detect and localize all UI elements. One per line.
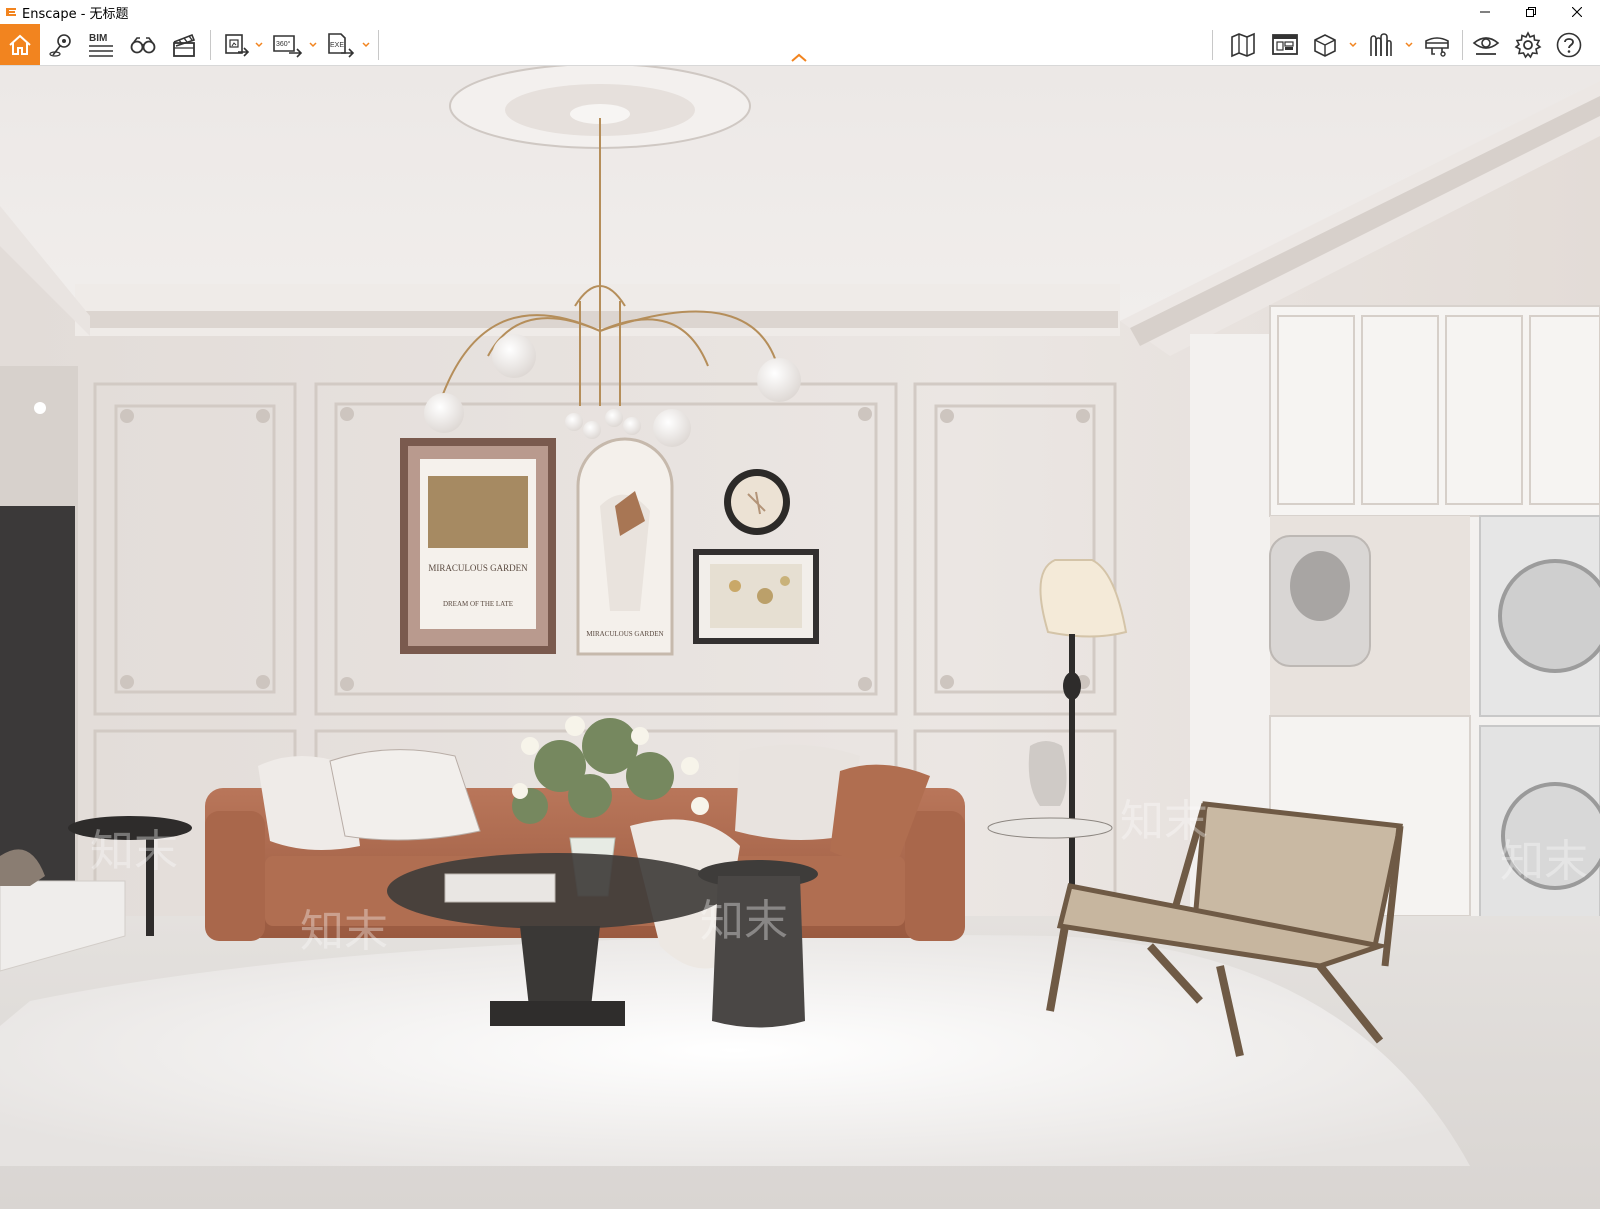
restore-button[interactable] bbox=[1508, 0, 1554, 24]
bim-info-icon: BIM bbox=[89, 33, 113, 57]
exe-export-icon: EXE bbox=[328, 32, 355, 58]
svg-text:知末: 知末 bbox=[1500, 836, 1588, 887]
panorama-button[interactable]: 360° bbox=[272, 24, 304, 65]
toolbar-separator bbox=[378, 30, 379, 60]
visual-settings-button[interactable] bbox=[1470, 24, 1502, 65]
bim-button[interactable]: BIM bbox=[86, 24, 116, 65]
home-button[interactable] bbox=[0, 24, 40, 65]
panorama-dropdown[interactable] bbox=[308, 24, 318, 65]
home-icon bbox=[9, 34, 31, 55]
map-button[interactable] bbox=[1228, 24, 1258, 65]
svg-text:360°: 360° bbox=[276, 40, 291, 48]
toolbar-separator bbox=[1212, 30, 1213, 60]
location-button[interactable] bbox=[46, 24, 76, 65]
svg-text:知末: 知末 bbox=[700, 896, 788, 947]
binoculars-button[interactable] bbox=[128, 24, 158, 65]
svg-text:知末: 知末 bbox=[1120, 796, 1208, 847]
svg-text:MIRACULOUS GARDEN: MIRACULOUS GARDEN bbox=[428, 563, 528, 573]
settings-button[interactable] bbox=[1512, 24, 1544, 65]
cube-view-icon bbox=[1314, 33, 1336, 57]
asset-library-dropdown[interactable] bbox=[1404, 24, 1414, 65]
chevron-down-icon bbox=[309, 41, 317, 47]
batch-render-icon bbox=[225, 33, 250, 57]
chevron-down-icon bbox=[1405, 41, 1413, 47]
svg-text:EXE: EXE bbox=[330, 42, 344, 49]
minimize-button[interactable] bbox=[1462, 0, 1508, 24]
views-button[interactable] bbox=[1310, 24, 1340, 65]
asset-library-icon bbox=[1370, 32, 1392, 56]
svg-text:知末: 知末 bbox=[300, 906, 388, 957]
batch-render-button[interactable] bbox=[222, 24, 252, 65]
window-controls bbox=[1462, 0, 1600, 24]
close-icon bbox=[1572, 7, 1582, 17]
title-bar: Enscape - 无标题 bbox=[0, 0, 1600, 24]
minimap-icon bbox=[1272, 33, 1298, 55]
minimize-icon bbox=[1480, 11, 1490, 13]
svg-text:知末: 知末 bbox=[90, 826, 178, 877]
scene-render: MIRACULOUS GARDEN DREAM OF THE LATE MIRA… bbox=[0, 66, 1600, 1209]
minimap-button[interactable] bbox=[1270, 24, 1300, 65]
chevron-down-icon bbox=[255, 41, 263, 47]
map-icon bbox=[1231, 32, 1255, 57]
asset-library-button[interactable] bbox=[1366, 24, 1396, 65]
svg-text:MIRACULOUS GARDEN: MIRACULOUS GARDEN bbox=[586, 630, 663, 638]
views-dropdown[interactable] bbox=[1348, 24, 1358, 65]
chevron-up-icon bbox=[791, 53, 807, 62]
restore-icon bbox=[1526, 7, 1536, 17]
main-toolbar: BIM 360° EXE bbox=[0, 24, 1600, 66]
settings-gear-icon bbox=[1514, 30, 1542, 58]
toolbar-separator bbox=[210, 30, 211, 60]
vr-headset-icon bbox=[1425, 36, 1449, 57]
svg-text:DREAM OF THE LATE: DREAM OF THE LATE bbox=[443, 600, 513, 608]
chevron-down-icon bbox=[1349, 41, 1357, 47]
exe-export-button[interactable]: EXE bbox=[326, 24, 356, 65]
help-button[interactable] bbox=[1553, 24, 1585, 65]
vr-headset-button[interactable] bbox=[1422, 24, 1452, 65]
exe-export-dropdown[interactable] bbox=[361, 24, 371, 65]
video-editor-button[interactable] bbox=[169, 24, 199, 65]
toolbar-separator bbox=[1462, 30, 1463, 60]
enscape-logo-icon bbox=[6, 8, 16, 16]
render-viewport[interactable]: MIRACULOUS GARDEN DREAM OF THE LATE MIRA… bbox=[0, 66, 1600, 1209]
help-icon bbox=[1556, 32, 1582, 57]
location-pin-icon bbox=[49, 33, 71, 57]
batch-render-dropdown[interactable] bbox=[254, 24, 264, 65]
window-title: Enscape - 无标题 bbox=[22, 6, 129, 22]
chevron-down-icon bbox=[362, 41, 370, 47]
clapperboard-icon bbox=[173, 33, 196, 57]
close-button[interactable] bbox=[1554, 0, 1600, 24]
binoculars-icon bbox=[130, 36, 156, 53]
panorama-360-icon: 360° bbox=[273, 34, 303, 58]
svg-text:BIM: BIM bbox=[89, 33, 107, 44]
eye-visual-icon bbox=[1472, 36, 1500, 55]
